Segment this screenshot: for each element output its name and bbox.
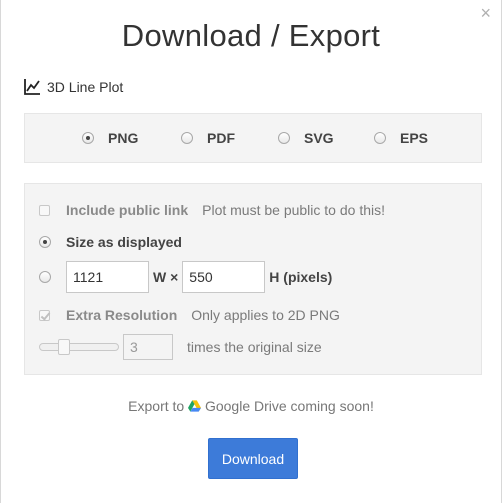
export-note-suffix: Google Drive coming soon! <box>204 398 374 414</box>
public-link-checkbox[interactable] <box>39 204 50 216</box>
size-as-displayed-label: Size as displayed <box>66 234 182 250</box>
format-label-eps: EPS <box>400 130 429 146</box>
format-option-svg[interactable]: SVG <box>278 130 334 146</box>
height-input[interactable] <box>182 261 266 293</box>
custom-size-row: W × H (pixels) <box>39 261 332 293</box>
format-radio-png[interactable] <box>82 132 94 144</box>
format-label-png: PNG <box>108 130 139 146</box>
custom-size-radio[interactable] <box>39 271 51 283</box>
format-option-pdf[interactable]: PDF <box>181 130 235 146</box>
google-drive-note: Export to Google Drive coming soon! <box>1 398 501 414</box>
extra-resolution-checkbox[interactable] <box>39 309 50 321</box>
resolution-slider[interactable] <box>39 339 119 355</box>
plot-name: 3D Line Plot <box>23 78 123 96</box>
public-link-label: Include public link <box>66 202 189 218</box>
format-radio-eps[interactable] <box>374 132 386 144</box>
format-radio-pdf[interactable] <box>181 132 193 144</box>
resolution-multiplier-input[interactable] <box>123 334 173 360</box>
plot-name-label: 3D Line Plot <box>47 79 124 95</box>
extra-resolution-hint: Only applies to 2D PNG <box>191 307 340 323</box>
resolution-slider-handle[interactable] <box>58 339 70 355</box>
format-label-svg: SVG <box>304 130 334 146</box>
extra-resolution-label: Extra Resolution <box>66 307 178 323</box>
public-link-row: Include public link Plot must be public … <box>39 202 385 218</box>
size-as-displayed-radio[interactable] <box>39 236 51 248</box>
extra-resolution-row: Extra Resolution Only applies to 2D PNG <box>39 307 340 323</box>
width-input[interactable] <box>66 261 149 293</box>
format-option-eps[interactable]: EPS <box>374 130 428 146</box>
public-link-hint: Plot must be public to do this! <box>202 202 385 218</box>
format-selector: PNG PDF SVG EPS <box>24 113 482 163</box>
width-label: W × <box>153 269 179 285</box>
export-dialog: × Download / Export 3D Line Plot PNG PDF… <box>0 0 502 503</box>
google-drive-icon <box>188 400 202 412</box>
download-button[interactable]: Download <box>208 438 298 479</box>
export-note-prefix: Export to <box>128 398 185 414</box>
height-label: H (pixels) <box>269 269 333 285</box>
resolution-multiplier-label: times the original size <box>187 339 322 355</box>
size-as-displayed-row: Size as displayed <box>39 234 182 250</box>
format-radio-svg[interactable] <box>278 132 290 144</box>
resolution-multiplier-row: times the original size <box>39 334 322 360</box>
line-chart-icon <box>24 79 40 95</box>
export-options: Include public link Plot must be public … <box>24 183 482 375</box>
format-option-png[interactable]: PNG <box>82 130 138 146</box>
dialog-title: Download / Export <box>121 18 381 53</box>
format-label-pdf: PDF <box>207 130 235 146</box>
